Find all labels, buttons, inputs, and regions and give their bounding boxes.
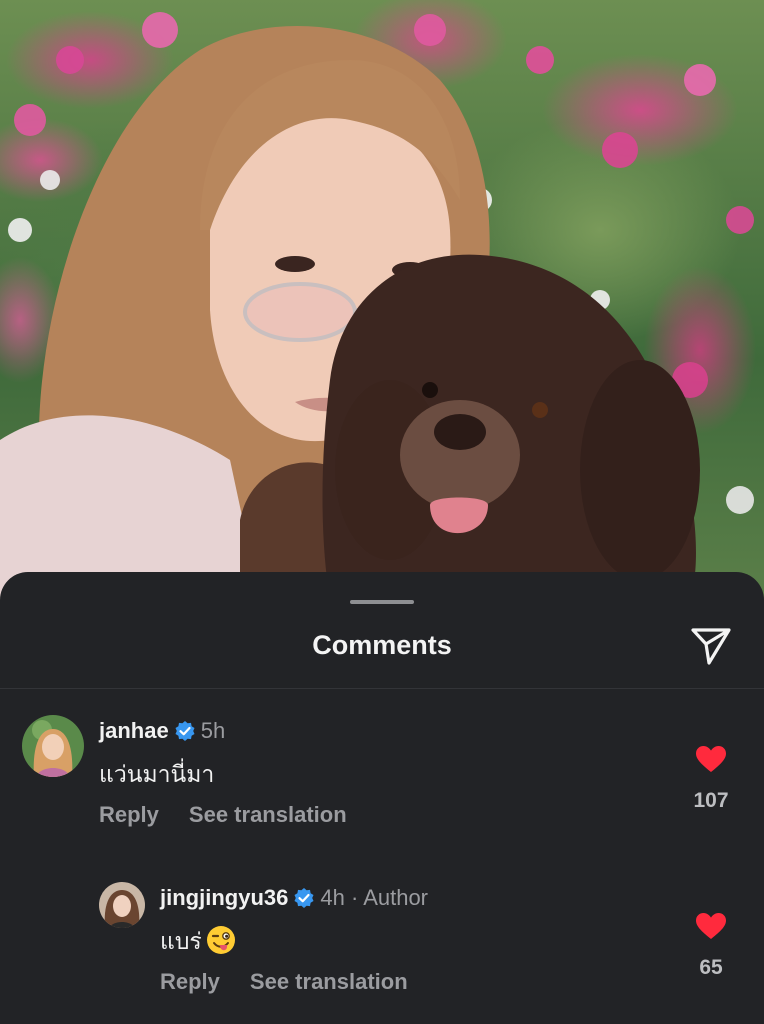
avatar-image: [22, 715, 84, 777]
like-count: 107: [693, 789, 729, 812]
username[interactable]: janhae: [99, 718, 169, 743]
verified-badge-icon: [294, 888, 314, 908]
comment-reply-item: jingjingyu36 4h · Author แบร่ Reply See tr…: [0, 879, 764, 1019]
comment-meta: jingjingyu36 4h · Author: [160, 885, 428, 911]
see-translation-button[interactable]: See translation: [250, 969, 408, 994]
author-tag: · Author: [350, 885, 429, 910]
winking-face-with-tongue-icon: [206, 926, 235, 954]
username[interactable]: jingjingyu36: [160, 885, 288, 910]
comment-time: 4h: [320, 885, 345, 910]
like-count: 65: [699, 956, 723, 979]
heart-filled-icon[interactable]: [695, 912, 727, 940]
send-icon[interactable]: [690, 626, 732, 666]
comment-time: 5h: [200, 718, 226, 743]
comment-text: แบร่: [160, 928, 202, 954]
sheet-title: Comments: [312, 630, 452, 660]
reply-button[interactable]: Reply: [160, 969, 220, 994]
avatar[interactable]: [22, 715, 84, 777]
comment-item: janhae 5h แว่นมานี่มา Reply See translatio…: [0, 712, 764, 862]
post-photo: [0, 0, 764, 600]
avatar-image: [99, 882, 145, 928]
avatar[interactable]: [99, 882, 145, 928]
see-translation-button[interactable]: See translation: [189, 802, 347, 827]
comment-meta: janhae 5h: [99, 718, 225, 744]
drag-handle[interactable]: [350, 600, 414, 604]
comment-actions: Reply See translation: [160, 969, 438, 995]
like-control: 107: [681, 745, 741, 813]
heart-filled-icon[interactable]: [695, 745, 727, 773]
like-control: 65: [681, 912, 741, 980]
reply-button[interactable]: Reply: [99, 802, 159, 827]
comment-text: แว่นมานี่มา: [99, 761, 215, 787]
sheet-divider: [0, 688, 764, 689]
comment-text-row: แบร่: [160, 924, 236, 960]
post-photo-illustration: [0, 12, 754, 600]
comments-sheet: Comments janhae 5h แว่นมานี่มา Reply See t…: [0, 572, 764, 1024]
verified-badge-icon: [175, 721, 195, 741]
comment-actions: Reply See translation: [99, 802, 377, 828]
